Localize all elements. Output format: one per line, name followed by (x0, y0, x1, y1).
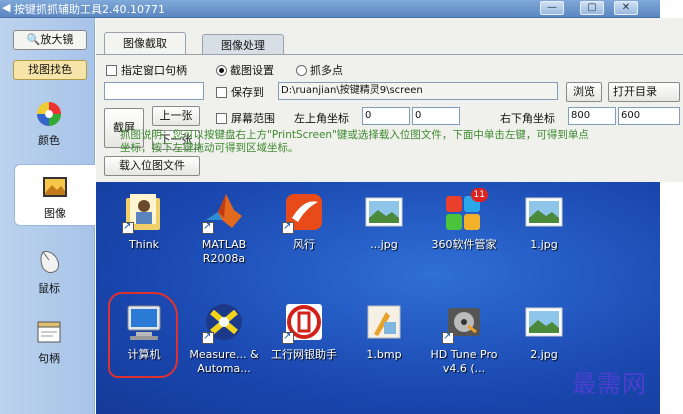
tab-image-processing[interactable]: 图像处理 (202, 34, 284, 54)
open-directory-button[interactable]: 打开目录 (608, 82, 680, 102)
desktop-icon-label: 工行网银助手 (271, 348, 337, 361)
mouse-icon (40, 251, 60, 274)
desktop-icon-1bmp[interactable]: 1.bmp (344, 300, 424, 362)
sidebar-item-label: 图像 (44, 207, 66, 220)
save-to-checkbox[interactable] (216, 87, 227, 98)
window-title: 按键抓抓辅助工具2.40.10771 (14, 3, 165, 16)
sidebar-item-label: 句柄 (38, 352, 60, 365)
desktop-icon-label: Think (128, 238, 160, 251)
desktop-icon-label: MATLAB R2008a (201, 238, 247, 265)
capture-panel: 图像截取 图像处理 指定窗口句柄 截图设置 抓多点 保存到 D:\ruanjia… (96, 18, 683, 182)
minimize-button[interactable]: — (540, 1, 564, 15)
top-left-x-input[interactable]: 0 (362, 107, 410, 125)
desktop-icon-icbc[interactable]: 工行网银助手 (264, 300, 344, 362)
sidebar-item-label: 颜色 (38, 134, 60, 147)
window-handle-input[interactable] (104, 82, 204, 100)
desktop-icon-label: HD Tune Pro v4.6 (... (430, 348, 498, 375)
find-image-color-button[interactable]: 找图找色 (13, 60, 87, 80)
jpg-image-icon (525, 197, 563, 227)
top-left-label: 左上角坐标 (294, 112, 349, 125)
capture-settings-label: 截图设置 (230, 64, 274, 77)
grab-multi-label: 抓多点 (310, 64, 343, 77)
shortcut-arrow-icon (122, 220, 134, 234)
shortcut-arrow-icon (202, 220, 214, 234)
screen-range-checkbox[interactable] (216, 113, 227, 124)
desktop-icon-funshion[interactable]: 风行 (264, 190, 344, 252)
shortcut-arrow-icon (442, 330, 454, 344)
magnifier-button[interactable]: 🔍放大镜 (13, 30, 87, 50)
restore-button[interactable]: ▢ (580, 1, 604, 15)
specify-window-label: 指定窗口句柄 (121, 64, 187, 77)
previous-button[interactable]: 上一张 (152, 106, 200, 126)
desktop-icon-label: 2.jpg (530, 348, 558, 361)
save-path-input[interactable]: D:\ruanjian\按键精灵9\screen (278, 82, 558, 100)
desktop-icon-think[interactable]: Think (104, 190, 184, 252)
left-sidebar: 🔍放大镜 找图找色 颜色 图像 鼠标 句柄 (0, 18, 95, 414)
bottom-right-x-input[interactable]: 800 (568, 107, 616, 125)
capture-settings-option[interactable]: 截图设置 (216, 62, 274, 78)
sidebar-item-image[interactable]: 图像 (14, 164, 95, 226)
tab-image-capture[interactable]: 图像截取 (104, 32, 186, 54)
capture-settings-radio[interactable] (216, 65, 227, 76)
desktop-icon-measure-automation[interactable]: Measure... & Automa... (184, 300, 264, 376)
desktop-icon-2jpg[interactable]: 2.jpg (504, 300, 584, 362)
window-handle-icon (37, 321, 61, 343)
magnifier-label: 放大镜 (40, 33, 74, 46)
desktop-icon-label: 1.jpg (530, 238, 558, 251)
bottom-right-label: 右下角坐标 (500, 112, 555, 125)
highlight-circle (108, 292, 178, 378)
capture-hint: 抓图说明：您可以按键盘右上方"PrintScreen"键或选择载入位图文件，下面… (120, 129, 589, 154)
desktop-icon-label: 1.bmp (366, 348, 402, 361)
sidebar-item-label: 鼠标 (38, 282, 60, 295)
desktop-icon-label: Measure... & Automa... (189, 348, 259, 375)
sidebar-item-mouse[interactable]: 鼠标 (8, 240, 90, 302)
browse-button[interactable]: 浏览 (566, 82, 602, 102)
screen-range-label: 屏幕范围 (231, 112, 275, 125)
site-watermark: 最需网 (572, 370, 647, 398)
desktop-icon-360-manager[interactable]: 11 360软件管家 (424, 188, 504, 252)
shortcut-arrow-icon (282, 220, 294, 234)
shortcut-arrow-icon (282, 330, 294, 344)
grab-multi-option[interactable]: 抓多点 (296, 62, 343, 78)
jpg-image-icon (365, 197, 403, 227)
save-to-option[interactable]: 保存到 (216, 84, 264, 100)
desktop-icon-matlab[interactable]: MATLAB R2008a (184, 190, 264, 266)
jpg-image-icon (525, 307, 563, 337)
image-icon (43, 177, 67, 197)
desktop-icon-hdtune[interactable]: HD Tune Pro v4.6 (... (424, 300, 504, 376)
desktop-icon-label: 风行 (293, 238, 315, 251)
grab-multi-radio[interactable] (296, 65, 307, 76)
desktop-icon-label: 360软件管家 (431, 238, 497, 251)
desktop-icon-1jpg[interactable]: 1.jpg (504, 190, 584, 252)
sidebar-item-handle[interactable]: 句柄 (8, 310, 90, 372)
sidebar-item-color[interactable]: 颜色 (8, 92, 90, 154)
update-count-badge: 11 (470, 188, 488, 202)
bottom-right-y-input[interactable]: 600 (618, 107, 680, 125)
color-wheel-icon (37, 102, 61, 126)
desktop-icon-jpg[interactable]: ...jpg (344, 190, 424, 252)
screen-range-option[interactable]: 屏幕范围 (216, 110, 275, 126)
top-left-y-input[interactable]: 0 (412, 107, 460, 125)
specify-window-checkbox[interactable] (106, 65, 117, 76)
shortcut-arrow-icon (202, 330, 214, 344)
magnifier-icon: 🔍 (26, 33, 41, 46)
title-bar: ◀ 按键抓抓辅助工具2.40.10771 — ▢ ✕ (0, 0, 660, 18)
tab-divider (96, 54, 683, 55)
specify-window-option[interactable]: 指定窗口句柄 (106, 62, 187, 78)
load-bitmap-button[interactable]: 载入位图文件 (104, 156, 200, 176)
app-icon: ◀ (2, 1, 11, 14)
save-to-label: 保存到 (231, 86, 264, 99)
bmp-image-icon (367, 305, 401, 339)
right-margin (660, 182, 683, 414)
desktop-icon-label: ...jpg (370, 238, 398, 251)
close-button[interactable]: ✕ (614, 1, 638, 15)
